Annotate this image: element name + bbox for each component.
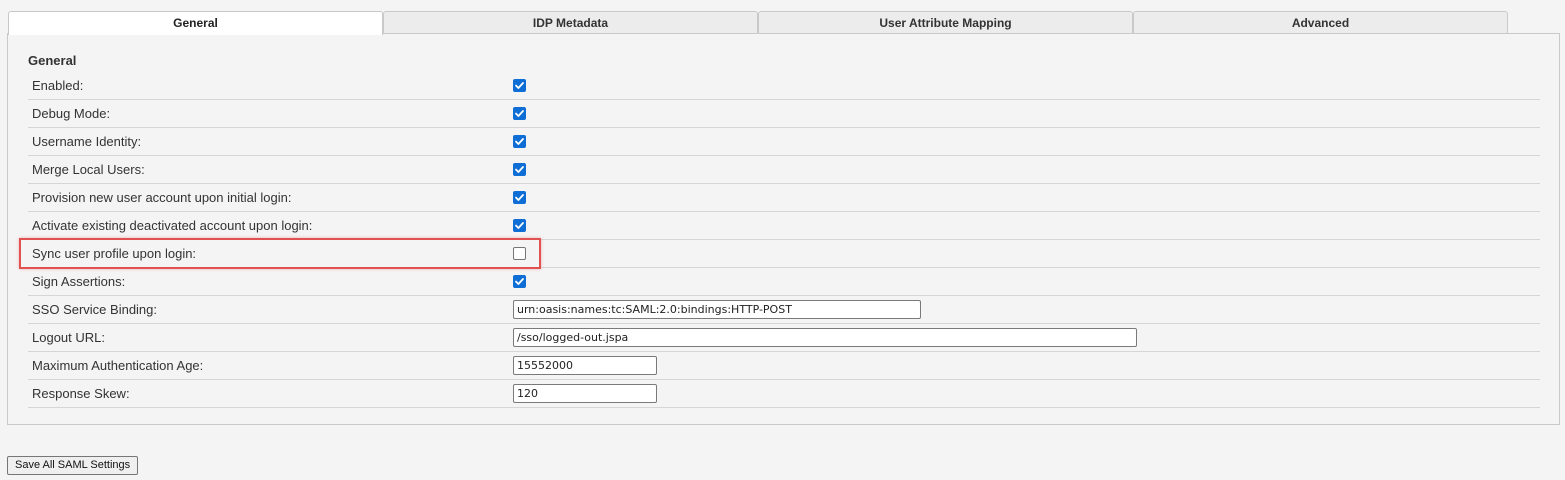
max-auth-age-label: Maximum Authentication Age: (32, 358, 204, 373)
setting-row-username-identity: Username Identity: (28, 128, 1540, 156)
tab-user-attribute-mapping[interactable]: User Attribute Mapping (758, 11, 1133, 34)
tab-bar: General IDP Metadata User Attribute Mapp… (8, 11, 1508, 35)
merge-local-users-checkbox[interactable] (513, 163, 526, 176)
max-auth-age-input[interactable] (513, 356, 657, 375)
enabled-label: Enabled: (32, 78, 84, 93)
username-identity-label: Username Identity: (32, 134, 142, 149)
provision-new-checkbox[interactable] (513, 191, 526, 204)
debug-mode-label: Debug Mode: (32, 106, 111, 121)
setting-row-enabled: Enabled: (28, 72, 1540, 100)
merge-local-users-label: Merge Local Users: (32, 162, 145, 177)
response-skew-input[interactable] (513, 384, 657, 403)
logout-url-label: Logout URL: (32, 330, 105, 345)
username-identity-checkbox[interactable] (513, 135, 526, 148)
general-panel: General Enabled: Debug Mode: Username Id… (7, 33, 1560, 425)
setting-row-debug-mode: Debug Mode: (28, 100, 1540, 128)
enabled-checkbox[interactable] (513, 79, 526, 92)
sign-assertions-label: Sign Assertions: (32, 274, 126, 289)
activate-existing-checkbox[interactable] (513, 219, 526, 232)
save-all-saml-settings-button[interactable]: Save All SAML Settings (7, 456, 139, 475)
logout-url-input[interactable] (513, 328, 1137, 347)
sync-profile-checkbox[interactable] (513, 247, 526, 260)
tab-advanced[interactable]: Advanced (1133, 11, 1508, 34)
setting-row-sign-assertions: Sign Assertions: (28, 268, 1540, 296)
tab-general[interactable]: General (8, 11, 383, 35)
provision-new-label: Provision new user account upon initial … (32, 190, 292, 205)
setting-row-sync-profile: Sync user profile upon login: (28, 240, 1540, 268)
activate-existing-label: Activate existing deactivated account up… (32, 218, 313, 233)
setting-row-response-skew: Response Skew: (28, 380, 1540, 408)
sso-service-binding-label: SSO Service Binding: (32, 302, 158, 317)
response-skew-label: Response Skew: (32, 386, 130, 401)
setting-row-sso-service-binding: SSO Service Binding: (28, 296, 1540, 324)
setting-row-logout-url: Logout URL: (28, 324, 1540, 352)
section-title: General (28, 53, 77, 68)
sync-profile-label: Sync user profile upon login: (32, 246, 197, 261)
setting-row-activate-existing: Activate existing deactivated account up… (28, 212, 1540, 240)
sign-assertions-checkbox[interactable] (513, 275, 526, 288)
setting-row-merge-local-users: Merge Local Users: (28, 156, 1540, 184)
tab-idp-metadata[interactable]: IDP Metadata (383, 11, 758, 34)
setting-row-max-auth-age: Maximum Authentication Age: (28, 352, 1540, 380)
setting-row-provision-new: Provision new user account upon initial … (28, 184, 1540, 212)
settings-list: Enabled: Debug Mode: Username Identity: … (28, 72, 1540, 408)
sso-service-binding-input[interactable] (513, 300, 921, 319)
debug-mode-checkbox[interactable] (513, 107, 526, 120)
